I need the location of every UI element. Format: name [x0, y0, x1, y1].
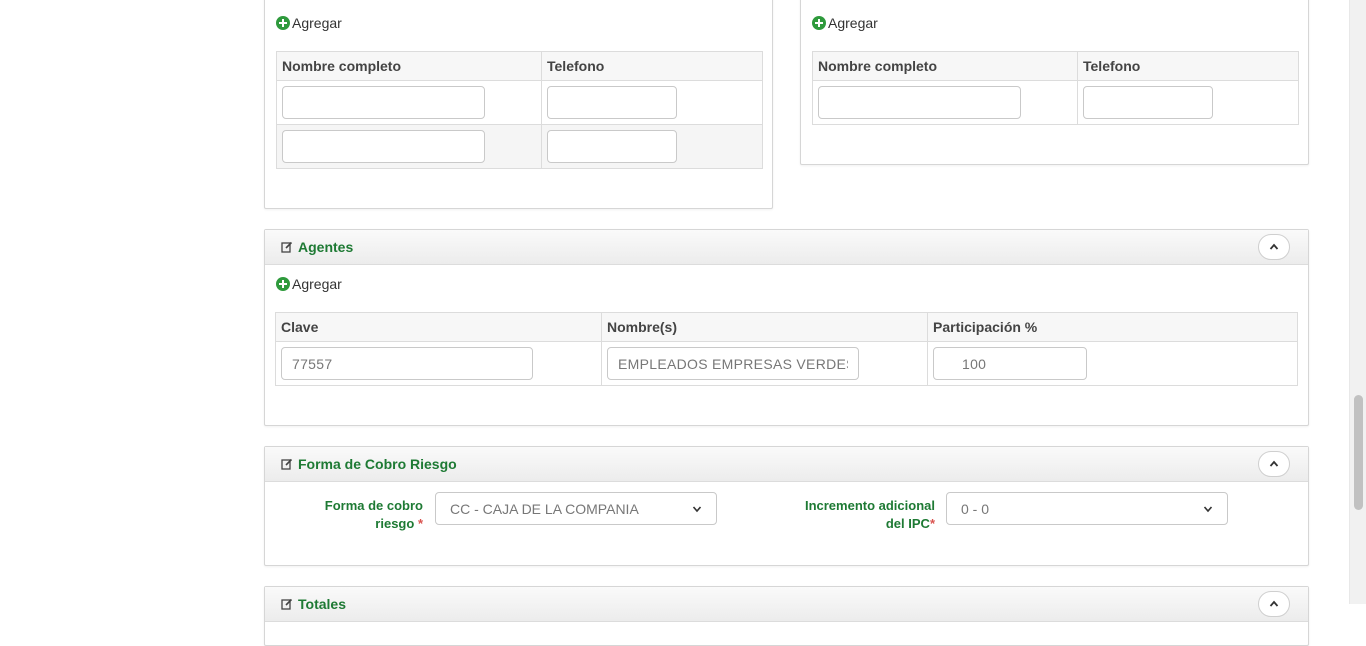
- scrollbar-thumb[interactable]: [1354, 395, 1363, 510]
- totales-header: Totales: [265, 587, 1308, 622]
- add-contact-button-right[interactable]: Agregar: [812, 15, 878, 31]
- contacts-table-left: Nombre completo Telefono: [276, 51, 763, 169]
- forma-cobro-panel: Forma de Cobro Riesgo Forma de cobro rie…: [264, 446, 1309, 566]
- add-label: Agregar: [828, 15, 878, 31]
- totales-panel: Totales: [264, 586, 1309, 646]
- column-header-participacion: Participación %: [927, 312, 1298, 342]
- chevron-up-icon: [1269, 243, 1279, 250]
- add-label: Agregar: [292, 276, 342, 292]
- forma-cobro-select[interactable]: CC - CAJA DE LA COMPANIA: [435, 492, 717, 525]
- totales-title: Totales: [298, 596, 346, 612]
- plus-circle-icon: [276, 16, 290, 30]
- chevron-down-icon: [1203, 505, 1213, 512]
- plus-circle-icon: [812, 16, 826, 30]
- panel-title: Forma de Cobro Riesgo: [281, 456, 457, 472]
- panel-title: Totales: [281, 596, 346, 612]
- telefono-input[interactable]: [547, 130, 677, 163]
- contacts-panel-right: Agregar Nombre completo Telefono: [800, 0, 1309, 165]
- incremento-label: Incremento adicional del IPC*: [804, 498, 935, 531]
- column-header-telefono: Telefono: [1077, 51, 1299, 81]
- chevron-up-icon: [1269, 600, 1279, 607]
- edit-icon: [281, 458, 293, 470]
- agentes-title: Agentes: [298, 239, 354, 255]
- column-header-nombres: Nombre(s): [601, 312, 928, 342]
- forma-cobro-header: Forma de Cobro Riesgo: [265, 447, 1308, 482]
- required-mark: *: [417, 516, 423, 531]
- agentes-header: Agentes: [265, 230, 1308, 265]
- nombre-input[interactable]: [818, 86, 1021, 119]
- forma-cobro-label: Forma de cobro riesgo *: [324, 498, 423, 531]
- column-header-nombre: Nombre completo: [276, 51, 542, 81]
- nombre-input[interactable]: [282, 130, 485, 163]
- telefono-input[interactable]: [547, 86, 677, 119]
- collapse-button[interactable]: [1258, 591, 1290, 617]
- select-value: 0 - 0: [961, 500, 990, 517]
- agentes-panel: Agentes Agregar Clave Nombre(s) Particip…: [264, 229, 1309, 426]
- table-row: [276, 80, 763, 125]
- add-label: Agregar: [292, 15, 342, 31]
- collapse-button[interactable]: [1258, 234, 1290, 260]
- table-row: [812, 80, 1299, 125]
- panel-title: Agentes: [281, 239, 353, 255]
- table-row: [275, 341, 1298, 386]
- add-contact-button-left[interactable]: Agregar: [276, 15, 342, 31]
- nombre-input[interactable]: [282, 86, 485, 119]
- column-header-telefono: Telefono: [541, 51, 763, 81]
- select-value: CC - CAJA DE LA COMPANIA: [450, 500, 639, 517]
- add-agente-button[interactable]: Agregar: [276, 276, 342, 292]
- contacts-table-right: Nombre completo Telefono: [812, 51, 1299, 125]
- required-mark: *: [929, 516, 935, 531]
- chevron-up-icon: [1269, 460, 1279, 467]
- edit-icon: [281, 598, 293, 610]
- agentes-table: Clave Nombre(s) Participación %: [275, 312, 1298, 386]
- plus-circle-icon: [276, 277, 290, 291]
- collapse-button[interactable]: [1258, 451, 1290, 477]
- vertical-scrollbar[interactable]: [1349, 0, 1366, 604]
- nombre-input[interactable]: [607, 347, 859, 380]
- column-header-clave: Clave: [275, 312, 602, 342]
- contacts-panel-left: Agregar Nombre completo Telefono: [264, 0, 773, 209]
- clave-input[interactable]: [281, 347, 533, 380]
- incremento-select[interactable]: 0 - 0: [946, 492, 1228, 525]
- chevron-down-icon: [692, 505, 702, 512]
- column-header-nombre: Nombre completo: [812, 51, 1078, 81]
- telefono-input[interactable]: [1083, 86, 1213, 119]
- forma-cobro-title: Forma de Cobro Riesgo: [298, 456, 457, 472]
- table-row: [276, 124, 763, 169]
- participacion-input[interactable]: [933, 347, 1087, 380]
- edit-icon: [281, 241, 293, 253]
